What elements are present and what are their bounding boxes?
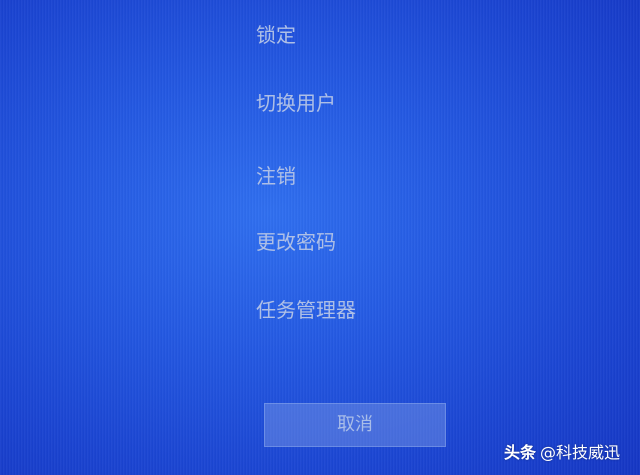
- sign-out-option[interactable]: 注销: [256, 158, 296, 194]
- watermark-author: @科技威迅: [539, 443, 620, 462]
- security-options-menu: 锁定 切换用户 注销 更改密码 任务管理器: [256, 0, 516, 360]
- task-manager-option[interactable]: 任务管理器: [256, 292, 356, 328]
- switch-user-option[interactable]: 切换用户: [256, 85, 336, 121]
- cancel-button[interactable]: 取消: [264, 403, 446, 447]
- lock-option[interactable]: 锁定: [256, 17, 296, 53]
- watermark-brand: 头条: [503, 443, 536, 462]
- watermark: 头条 @科技威迅: [504, 441, 620, 465]
- change-password-option[interactable]: 更改密码: [256, 224, 336, 260]
